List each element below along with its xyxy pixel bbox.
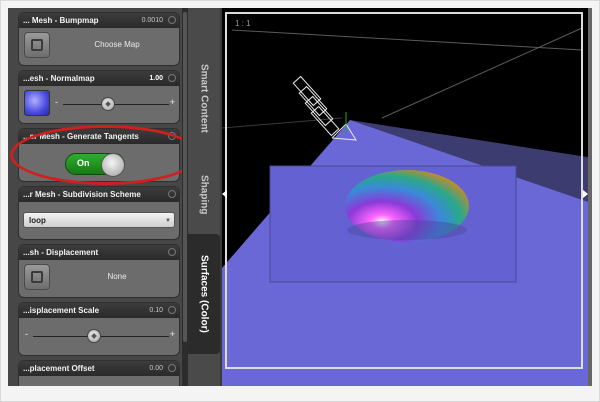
gear-icon[interactable] [168,16,176,24]
displacement-property: ...sh - Displacement None [18,244,180,298]
gear-icon[interactable] [168,132,176,140]
map-slot-icon[interactable] [24,32,50,58]
normalmap-property: ...esh - Normalmap 1.00 - + [18,70,180,124]
gear-icon[interactable] [168,306,176,314]
toggle-label: On [77,158,90,168]
generate-tangents-title: ...er Mesh - Generate Tangents [23,132,139,141]
displacement-scale-value[interactable]: 0.10 [149,303,163,318]
chevron-down-icon: ▼ [165,218,171,224]
arrow-left-icon[interactable] [222,190,227,198]
slider-plus[interactable]: + [170,329,175,339]
bumpmap-value[interactable]: 0.0010 [142,13,163,28]
grid-line [381,27,583,119]
generate-tangents-property: ...er Mesh - Generate Tangents On [18,128,180,182]
viewport-scrollbar[interactable] [588,8,592,386]
tab-surfaces[interactable]: Surfaces (Color) [188,234,220,354]
viewport-zoom-label: 1 : 1 [235,19,251,28]
displacement-offset-value[interactable]: 0.00 [149,361,163,376]
surface-properties-panel: ... Mesh - Bumpmap 0.0010 Choose Map ...… [8,8,182,386]
gear-icon[interactable] [168,190,176,198]
slider-knob[interactable] [87,329,101,343]
displacement-scale-title: ...isplacement Scale [23,306,100,315]
slider-minus[interactable]: - [55,97,58,107]
grid-line [222,117,343,129]
tab-smart-content[interactable]: Smart Content [188,38,220,158]
normalmap-title: ...esh - Normalmap [23,74,95,83]
pane-tabs: Smart Content Shaping Surfaces (Color) [188,8,220,386]
normalmap-header: ...esh - Normalmap 1.00 [19,71,179,86]
normalmap-value[interactable]: 1.00 [149,71,163,86]
displacement-scale-property: ...isplacement Scale 0.10 - + [18,302,180,356]
slider-track[interactable] [63,104,169,105]
slider-minus[interactable]: - [25,329,28,339]
viewport[interactable]: 1 : 1 [222,8,592,386]
gear-icon[interactable] [168,248,176,256]
tab-label: Smart Content [198,63,210,133]
generate-tangents-toggle[interactable]: On [65,153,125,177]
normal-map-thumbnail[interactable] [24,90,50,116]
sphere-shadow [347,220,467,240]
subdivision-scheme-select[interactable]: loop ▼ [23,212,175,228]
bumpmap-title: ... Mesh - Bumpmap [23,16,99,25]
gear-icon[interactable] [168,74,176,82]
subdivision-scheme-header: ...r Mesh - Subdivision Scheme [19,187,179,202]
slider-plus[interactable]: + [170,97,175,107]
subdivision-scheme-property: ...r Mesh - Subdivision Scheme loop ▼ [18,186,180,240]
gear-icon[interactable] [168,364,176,372]
displacement-map-label[interactable]: None [59,272,175,281]
displacement-header: ...sh - Displacement [19,245,179,260]
displacement-title: ...sh - Displacement [23,248,99,257]
scrollbar-thumb[interactable] [183,12,187,342]
tab-label: Surfaces (Color) [198,255,210,333]
displacement-offset-title: ...placement Offset [23,364,95,373]
select-value: loop [29,216,46,225]
tab-shaping[interactable]: Shaping [188,160,220,230]
tab-label: Shaping [198,175,210,215]
choose-map-label[interactable]: Choose Map [59,40,175,49]
map-slot-icon[interactable] [24,264,50,290]
displacement-offset-property: ...placement Offset 0.00 [18,360,180,386]
subdivision-scheme-title: ...r Mesh - Subdivision Scheme [23,190,141,199]
viewport-scene [222,12,592,386]
displacement-offset-header: ...placement Offset 0.00 [19,361,179,376]
toggle-knob[interactable] [101,153,125,177]
generate-tangents-header: ...er Mesh - Generate Tangents [19,129,179,144]
bumpmap-property: ... Mesh - Bumpmap 0.0010 Choose Map [18,12,180,66]
slider-knob[interactable] [101,97,115,111]
slider-track[interactable] [33,336,169,337]
displacement-scale-header: ...isplacement Scale 0.10 [19,303,179,318]
app-window: ... Mesh - Bumpmap 0.0010 Choose Map ...… [8,8,592,386]
grid-line [231,29,583,51]
bumpmap-header: ... Mesh - Bumpmap 0.0010 [19,13,179,28]
